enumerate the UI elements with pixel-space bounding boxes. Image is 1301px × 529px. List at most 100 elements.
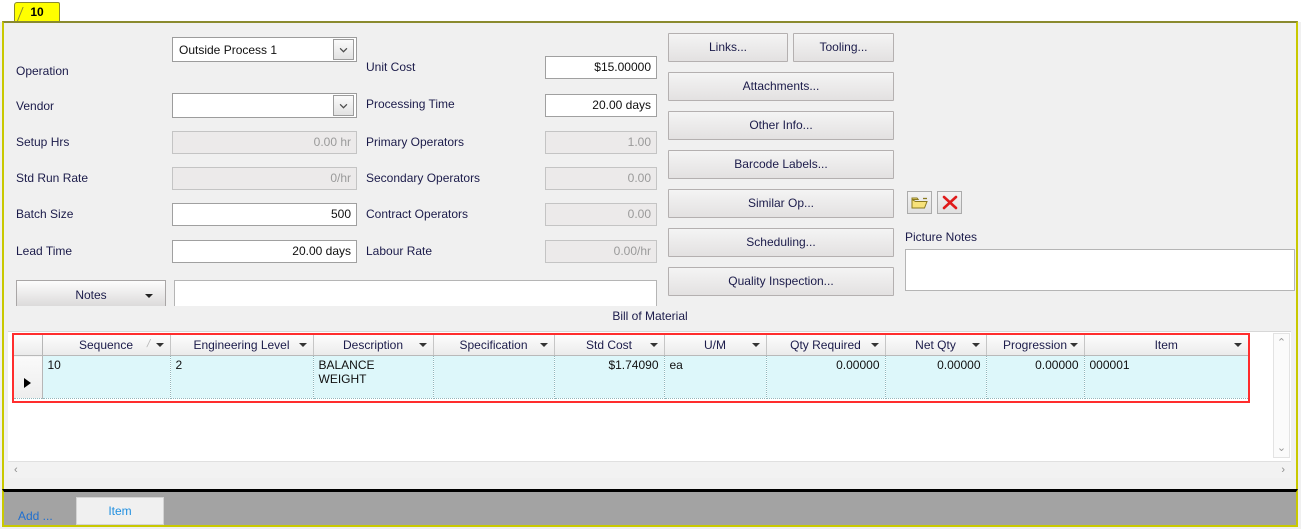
column-header-label: Std Cost <box>585 338 633 352</box>
notes-button-label: Notes <box>75 288 107 302</box>
label-lead-time: Lead Time <box>16 244 73 258</box>
row-selector-header <box>14 335 43 356</box>
label-contract-operators: Contract Operators <box>366 207 469 221</box>
open-folder-icon-button[interactable] <box>907 191 932 214</box>
column-header-specification[interactable]: Specification <box>433 335 555 356</box>
tab-strip: 10 <box>0 0 1301 25</box>
label-labour-rate: Labour Rate <box>366 244 433 258</box>
picture-notes-label: Picture Notes <box>905 230 978 244</box>
chevron-down-icon[interactable] <box>333 39 354 60</box>
label-unit-cost: Unit Cost <box>366 60 416 74</box>
bom-grid-highlight: Sequence / Engineering Level Description <box>12 333 1250 403</box>
cell-item[interactable]: 000001 <box>1084 355 1248 399</box>
column-header-net-qty[interactable]: Net Qty <box>885 335 987 356</box>
lead-time-field[interactable]: 20.00 days <box>172 240 357 263</box>
chevron-down-icon[interactable] <box>649 343 658 347</box>
batch-size-field[interactable]: 500 <box>172 203 357 226</box>
cell-description[interactable]: BALANCE WEIGHT <box>313 355 434 399</box>
chevron-down-icon[interactable] <box>751 343 760 347</box>
label-batch-size: Batch Size <box>16 207 74 221</box>
cell-um[interactable]: ea <box>664 355 767 399</box>
column-header-sequence[interactable]: Sequence / <box>42 335 171 356</box>
operation-combo-value: Outside Process 1 <box>179 42 278 57</box>
cell-progression[interactable]: 0.00000 <box>986 355 1085 399</box>
column-header-engineering-level[interactable]: Engineering Level <box>170 335 314 356</box>
column-header-progression[interactable]: Progression <box>986 335 1085 356</box>
column-header-qty-required[interactable]: Qty Required <box>766 335 886 356</box>
current-row-indicator-icon <box>24 378 32 388</box>
column-header-item[interactable]: Item <box>1084 335 1248 356</box>
column-header-label: U/M <box>704 338 726 352</box>
column-header-label: Qty Required <box>790 338 861 352</box>
cell-qty-required[interactable]: 0.00000 <box>766 355 886 399</box>
tab-operation-10[interactable]: 10 <box>14 2 60 25</box>
column-header-label: Sequence <box>78 338 134 352</box>
scroll-left-icon[interactable]: ‹ <box>14 463 18 478</box>
chevron-down-icon[interactable] <box>333 95 354 116</box>
chevron-down-icon[interactable] <box>1069 343 1078 347</box>
links-button[interactable]: Links... <box>668 33 788 62</box>
column-header-description[interactable]: Description <box>313 335 434 356</box>
processing-time-field[interactable]: 20.00 days <box>545 94 657 117</box>
picture-notes-input[interactable] <box>905 249 1295 291</box>
bom-horizontal-scrollbar[interactable]: ‹ › <box>8 461 1291 478</box>
barcode-labels-button[interactable]: Barcode Labels... <box>668 150 894 179</box>
other-info-button[interactable]: Other Info... <box>668 111 894 140</box>
primary-operators-field[interactable]: 1.00 <box>545 131 657 154</box>
column-header-um[interactable]: U/M <box>664 335 767 356</box>
column-header-label: Item <box>1154 338 1178 352</box>
bom-grid-viewport[interactable]: Sequence / Engineering Level Description <box>14 335 1248 401</box>
chevron-down-icon <box>145 294 153 298</box>
chevron-down-icon[interactable] <box>971 343 980 347</box>
label-vendor: Vendor <box>16 99 55 113</box>
table-row[interactable]: 10 2 BALANCE WEIGHT $1.74090 ea 0.00000 … <box>14 355 1248 399</box>
label-std-run-rate: Std Run Rate <box>16 171 89 185</box>
label-processing-time: Processing Time <box>366 97 455 111</box>
column-header-label: Engineering Level <box>193 338 290 352</box>
quality-inspection-button[interactable]: Quality Inspection... <box>668 267 894 296</box>
cell-sequence[interactable]: 10 <box>42 355 171 399</box>
red-x-icon <box>942 195 957 210</box>
bottom-toolbar: Add ... Item <box>2 489 1298 527</box>
chevron-down-icon[interactable] <box>539 343 548 347</box>
operation-combo[interactable]: Outside Process 1 <box>172 37 357 62</box>
unit-cost-field[interactable]: $15.00000 <box>545 56 657 79</box>
bill-of-material-section: Bill of Material ⌃ ⌄ Sequence / Engineer… <box>4 306 1296 506</box>
similar-op-button[interactable]: Similar Op... <box>668 189 894 218</box>
labour-rate-field[interactable]: 0.00/hr <box>545 240 657 263</box>
scheduling-button[interactable]: Scheduling... <box>668 228 894 257</box>
cell-net-qty[interactable]: 0.00000 <box>885 355 987 399</box>
chevron-down-icon[interactable] <box>418 343 427 347</box>
row-selector-cell[interactable] <box>14 355 43 399</box>
secondary-operators-field[interactable]: 0.00 <box>545 167 657 190</box>
cell-specification[interactable] <box>433 355 555 399</box>
setup-hrs-field[interactable]: 0.00 hr <box>172 131 357 154</box>
bom-header-row: Sequence / Engineering Level Description <box>14 335 1248 356</box>
column-header-label: Specification <box>459 338 528 352</box>
attachments-button[interactable]: Attachments... <box>668 72 894 101</box>
label-setup-hrs: Setup Hrs <box>16 135 70 149</box>
chevron-down-icon[interactable] <box>155 343 164 347</box>
scroll-right-icon[interactable]: › <box>1281 463 1285 478</box>
contract-operators-field[interactable]: 0.00 <box>545 203 657 226</box>
column-header-std-cost[interactable]: Std Cost <box>554 335 665 356</box>
chevron-down-icon[interactable] <box>298 343 307 347</box>
add-link[interactable]: Add ... <box>18 509 53 523</box>
cell-engineering-level[interactable]: 2 <box>170 355 314 399</box>
vendor-combo[interactable] <box>172 93 357 118</box>
cell-std-cost[interactable]: $1.74090 <box>554 355 665 399</box>
label-secondary-operators: Secondary Operators <box>366 171 481 185</box>
scroll-down-icon[interactable]: ⌄ <box>1274 441 1289 455</box>
delete-picture-button[interactable] <box>937 191 962 214</box>
scroll-up-icon[interactable]: ⌃ <box>1274 336 1289 350</box>
operation-detail-window: 10 Operation Vendor Setup Hrs Std Run Ra… <box>0 0 1301 529</box>
chevron-down-icon[interactable] <box>870 343 879 347</box>
bom-vertical-scrollbar[interactable]: ⌃ ⌄ <box>1273 333 1290 458</box>
chevron-down-icon[interactable] <box>1234 343 1242 347</box>
bom-table: Sequence / Engineering Level Description <box>14 335 1248 399</box>
tooling-button[interactable]: Tooling... <box>793 33 894 62</box>
tab-item[interactable]: Item <box>76 497 164 525</box>
bom-title: Bill of Material <box>612 309 688 323</box>
column-header-label: Description <box>342 338 404 352</box>
std-run-rate-field[interactable]: 0/hr <box>172 167 357 190</box>
